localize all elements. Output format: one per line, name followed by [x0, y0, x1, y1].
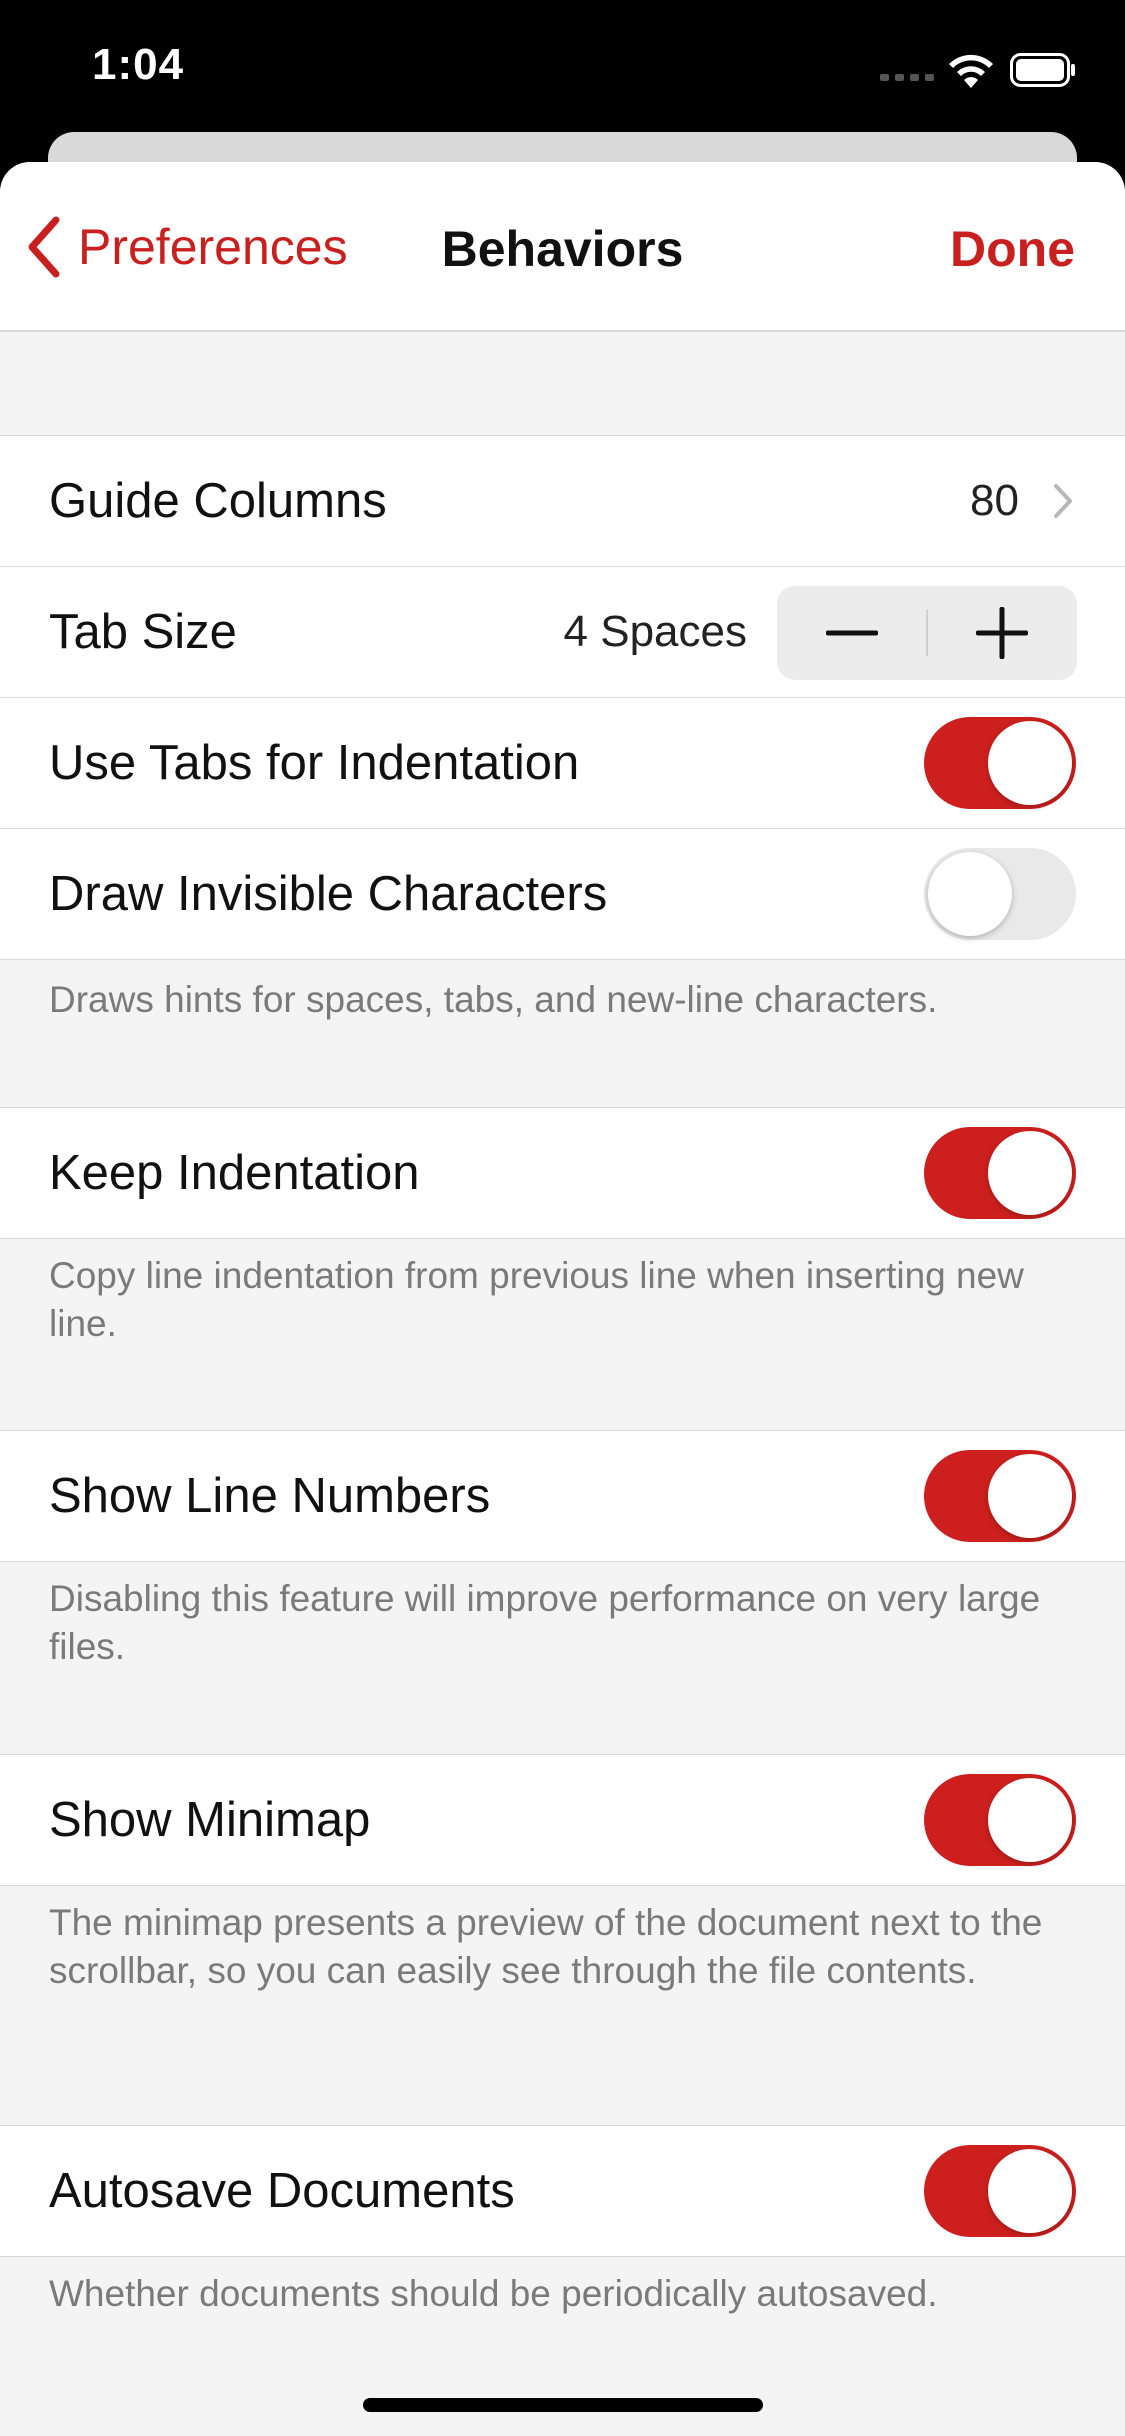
status-bar: 1:04	[0, 0, 1125, 140]
tab-size-label: Tab Size	[49, 605, 237, 659]
decrement-button[interactable]	[777, 586, 927, 680]
show-line-numbers-label: Show Line Numbers	[49, 1469, 491, 1523]
keep-indentation-footer: Copy line indentation from previous line…	[49, 1255, 1024, 1344]
use-tabs-row: Use Tabs for Indentation	[0, 698, 1125, 829]
battery-icon	[1010, 53, 1075, 87]
toggle-knob	[988, 1454, 1072, 1538]
show-minimap-label: Show Minimap	[49, 1793, 371, 1847]
toggle-knob	[928, 852, 1012, 936]
keep-indentation-group: Keep Indentation	[0, 1107, 1125, 1239]
line-numbers-group: Show Line Numbers	[0, 1430, 1125, 1562]
toggle-knob	[988, 2149, 1072, 2233]
autosave-row: Autosave Documents	[0, 2126, 1125, 2256]
signal-icon	[880, 74, 934, 81]
wifi-icon	[949, 54, 993, 88]
draw-invisible-toggle[interactable]	[924, 848, 1076, 940]
settings-sheet: Preferences Behaviors Done Guide Columns…	[0, 162, 1125, 2436]
show-line-numbers-footer: Disabling this feature will improve perf…	[49, 1578, 1041, 1667]
draw-invisible-row: Draw Invisible Characters	[0, 829, 1125, 959]
keep-indentation-label: Keep Indentation	[49, 1146, 420, 1200]
show-minimap-row: Show Minimap	[0, 1755, 1125, 1885]
back-button-label: Preferences	[78, 219, 348, 275]
keep-indentation-toggle[interactable]	[924, 1127, 1076, 1219]
draw-invisible-label: Draw Invisible Characters	[49, 867, 608, 921]
status-time: 1:04	[92, 40, 185, 89]
show-minimap-footer: The minimap presents a preview of the do…	[49, 1902, 1043, 1991]
navigation-bar: Preferences Behaviors Done	[0, 162, 1125, 332]
tab-size-row: Tab Size 4 Spaces	[0, 567, 1125, 698]
home-indicator	[363, 2398, 763, 2412]
toggle-knob	[988, 1778, 1072, 1862]
done-button[interactable]: Done	[950, 220, 1075, 278]
increment-button[interactable]	[927, 586, 1077, 680]
minus-icon	[826, 630, 878, 636]
chevron-left-icon	[28, 216, 60, 278]
toggle-knob	[988, 721, 1072, 805]
autosave-group: Autosave Documents	[0, 2125, 1125, 2257]
draw-invisible-footer: Draws hints for spaces, tabs, and new-li…	[49, 979, 938, 1020]
chevron-right-icon	[1054, 484, 1072, 518]
editor-settings-group: Guide Columns 80 Tab Size 4 Spaces Use T…	[0, 435, 1125, 960]
minimap-group: Show Minimap	[0, 1754, 1125, 1886]
use-tabs-toggle[interactable]	[924, 717, 1076, 809]
tab-size-value: 4 Spaces	[563, 607, 747, 656]
back-button[interactable]: Preferences	[24, 212, 348, 282]
use-tabs-label: Use Tabs for Indentation	[49, 736, 580, 790]
toggle-knob	[988, 1131, 1072, 1215]
guide-columns-row[interactable]: Guide Columns 80	[0, 436, 1125, 567]
keep-indentation-row: Keep Indentation	[0, 1108, 1125, 1238]
autosave-footer: Whether documents should be periodically…	[49, 2273, 938, 2314]
guide-columns-label: Guide Columns	[49, 474, 387, 528]
guide-columns-value: 80	[970, 476, 1019, 525]
autosave-toggle[interactable]	[924, 2145, 1076, 2237]
autosave-label: Autosave Documents	[49, 2164, 515, 2218]
show-line-numbers-row: Show Line Numbers	[0, 1431, 1125, 1561]
show-minimap-toggle[interactable]	[924, 1774, 1076, 1866]
show-line-numbers-toggle[interactable]	[924, 1450, 1076, 1542]
tab-size-stepper	[777, 586, 1077, 680]
plus-icon	[976, 607, 1028, 659]
